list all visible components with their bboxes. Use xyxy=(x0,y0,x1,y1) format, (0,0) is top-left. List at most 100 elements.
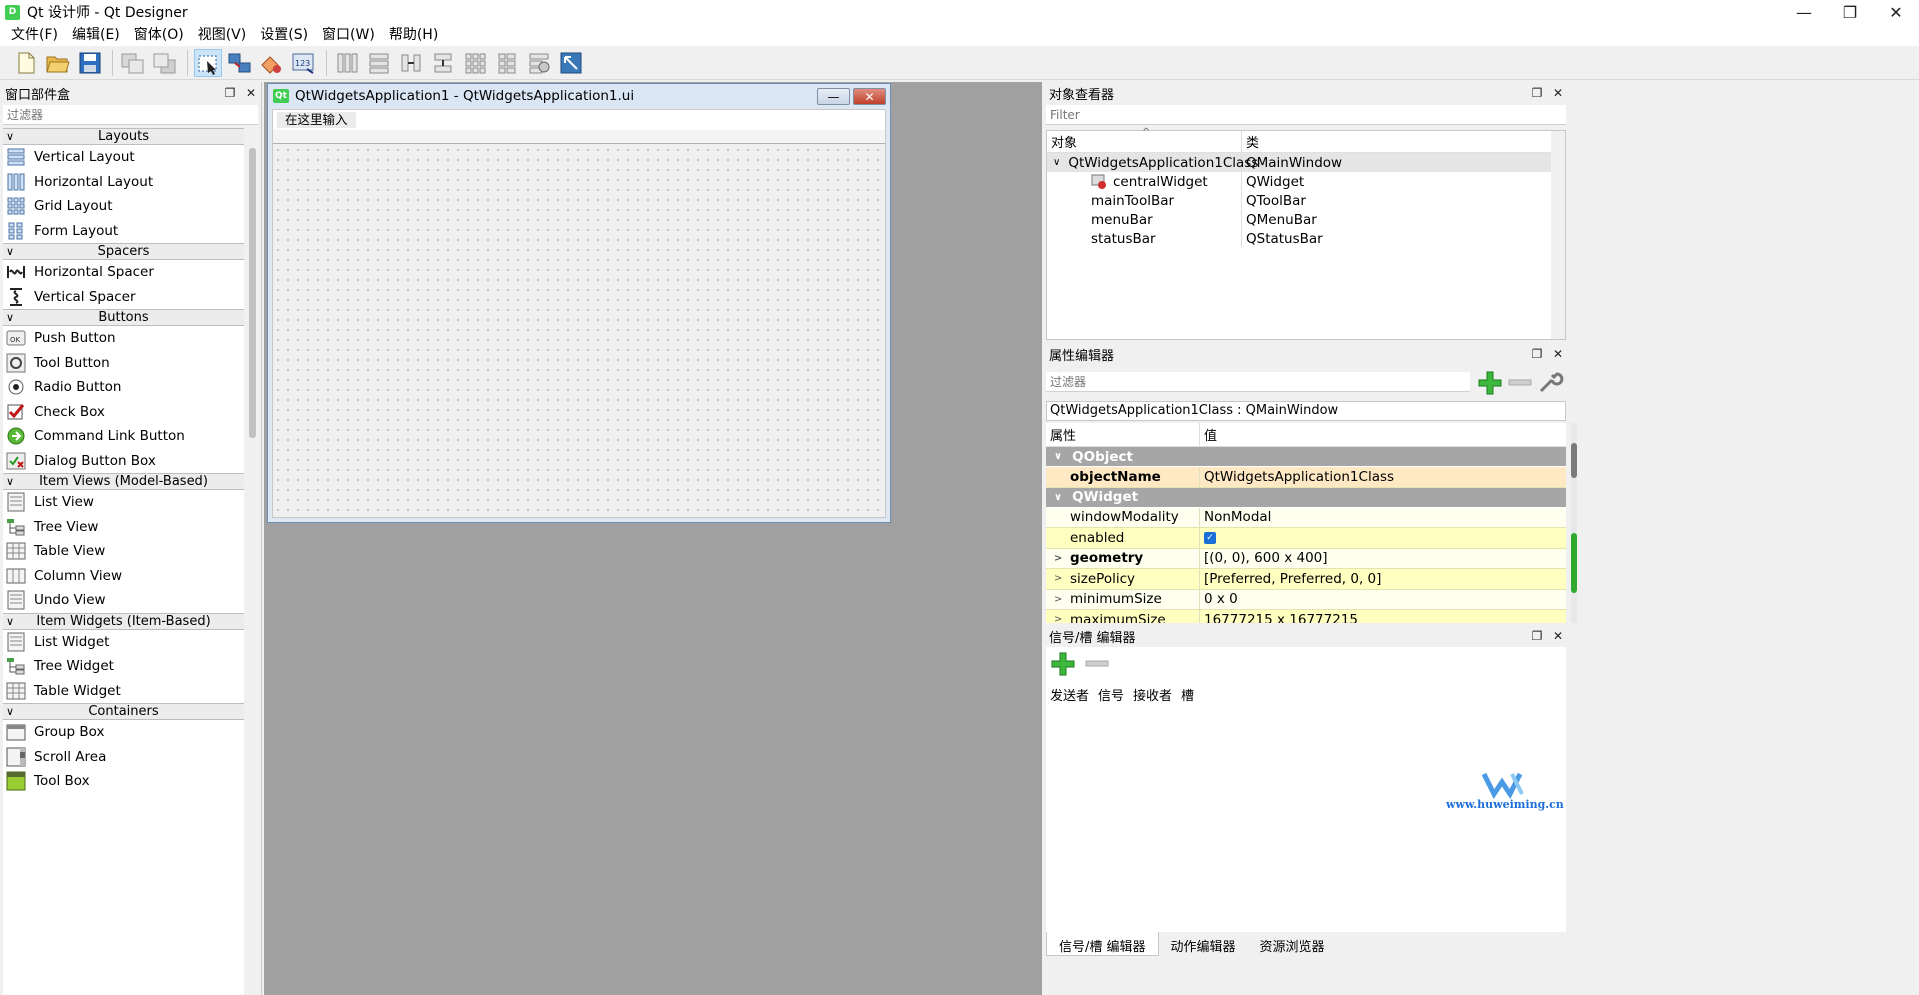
tree-row[interactable]: ∨ QtWidgetsApplication1Class QMainWindow xyxy=(1047,153,1565,172)
category-spacers[interactable]: ∨ Spacers xyxy=(3,243,244,260)
chevron-right-icon[interactable]: > xyxy=(1054,614,1062,623)
edit-tab-order-button[interactable]: 123 xyxy=(290,49,318,77)
property-table-scrollbar[interactable] xyxy=(1568,423,1580,623)
configure-wrench-icon[interactable] xyxy=(1536,369,1564,395)
widget-grid-layout[interactable]: Grid Layout xyxy=(3,194,244,219)
menu-view[interactable]: 视图(V) xyxy=(191,24,254,46)
float-button[interactable]: ❐ xyxy=(1531,347,1543,361)
tab-signal-slot-editor[interactable]: 信号/槽 编辑器 xyxy=(1046,932,1159,956)
layout-horizontal-splitter-button[interactable] xyxy=(397,49,425,77)
category-buttons[interactable]: ∨ Buttons xyxy=(3,309,244,326)
layout-form-button[interactable] xyxy=(493,49,521,77)
menu-help[interactable]: 帮助(H) xyxy=(382,24,445,46)
widget-tree-view[interactable]: Tree View xyxy=(3,515,244,540)
menu-edit[interactable]: 编辑(E) xyxy=(65,24,127,46)
menu-form[interactable]: 窗体(O) xyxy=(127,24,191,46)
float-button[interactable]: ❐ xyxy=(1531,629,1543,643)
widget-scroll-area[interactable]: Scroll Area xyxy=(3,745,244,770)
maximize-button[interactable]: ❐ xyxy=(1827,0,1873,24)
widget-check-box[interactable]: Check Box xyxy=(3,400,244,425)
property-value[interactable]: [Preferred, Preferred, 0, 0] xyxy=(1200,571,1381,587)
column-header-signal[interactable]: 信号 xyxy=(1098,685,1124,704)
category-layouts[interactable]: ∨ Layouts xyxy=(3,128,244,145)
remove-property-icon[interactable] xyxy=(1506,369,1534,395)
property-value[interactable]: [(0, 0), 600 x 400] xyxy=(1200,550,1328,566)
property-value[interactable]: 0 x 0 xyxy=(1200,591,1238,607)
layout-horizontally-button[interactable] xyxy=(333,49,361,77)
close-button[interactable]: ✕ xyxy=(1873,0,1919,24)
property-value-enabled[interactable]: ✓ xyxy=(1200,531,1216,544)
bring-to-front-button[interactable] xyxy=(151,49,179,77)
widget-filter-input[interactable] xyxy=(3,105,258,125)
tree-row[interactable]: menuBar QMenuBar xyxy=(1047,210,1565,229)
property-value[interactable]: QtWidgetsApplication1Class xyxy=(1200,469,1394,485)
layout-vertical-splitter-button[interactable] xyxy=(429,49,457,77)
remove-connection-icon[interactable] xyxy=(1084,651,1110,677)
menu-file[interactable]: 文件(F) xyxy=(4,24,65,46)
break-layout-button[interactable] xyxy=(525,49,553,77)
close-panel-button[interactable]: ✕ xyxy=(1552,86,1564,100)
property-filter-input[interactable] xyxy=(1046,372,1470,392)
property-row[interactable]: enabled ✓ xyxy=(1046,528,1566,549)
widget-column-view[interactable]: Column View xyxy=(3,564,244,589)
widget-tool-button[interactable]: Tool Button xyxy=(3,351,244,376)
close-panel-button[interactable]: ✕ xyxy=(1552,347,1564,361)
property-row[interactable]: objectName QtWidgetsApplication1Class xyxy=(1046,467,1566,488)
column-header-sender[interactable]: 发送者 xyxy=(1050,685,1089,704)
widget-box-scrollbar[interactable] xyxy=(249,148,256,438)
widget-horizontal-layout[interactable]: Horizontal Layout xyxy=(3,170,244,195)
close-panel-button[interactable]: ✕ xyxy=(1552,629,1564,643)
close-panel-button[interactable]: ✕ xyxy=(245,86,257,100)
column-header-receiver[interactable]: 接收者 xyxy=(1133,685,1172,704)
widget-push-button[interactable]: OK Push Button xyxy=(3,326,244,351)
property-row[interactable]: > maximumSize 16777215 x 16777215 xyxy=(1046,610,1566,623)
property-row[interactable]: > geometry [(0, 0), 600 x 400] xyxy=(1046,548,1566,569)
widget-tool-box[interactable]: Tool Box xyxy=(3,769,244,794)
adjust-size-button[interactable] xyxy=(557,49,585,77)
tree-row[interactable]: statusBar QStatusBar xyxy=(1047,229,1565,248)
widget-table-widget[interactable]: Table Widget xyxy=(3,679,244,704)
tree-row[interactable]: mainToolBar QToolBar xyxy=(1047,191,1565,210)
menu-settings[interactable]: 设置(S) xyxy=(253,24,315,46)
widget-vertical-spacer[interactable]: Vertical Spacer xyxy=(3,285,244,310)
property-group-qobject[interactable]: ∨ QObject xyxy=(1046,447,1566,467)
tab-action-editor[interactable]: 动作编辑器 xyxy=(1159,932,1248,956)
widget-horizontal-spacer[interactable]: Horizontal Spacer xyxy=(3,260,244,285)
tab-resource-browser[interactable]: 资源浏览器 xyxy=(1248,932,1337,956)
widget-form-layout[interactable]: Form Layout xyxy=(3,219,244,244)
save-button[interactable] xyxy=(76,49,104,77)
widget-table-view[interactable]: Table View xyxy=(3,539,244,564)
widget-vertical-layout[interactable]: Vertical Layout xyxy=(3,145,244,170)
category-containers[interactable]: ∨ Containers xyxy=(3,703,244,720)
column-header-class[interactable]: 类 xyxy=(1242,132,1259,151)
minimize-button[interactable]: — xyxy=(1781,0,1827,24)
send-to-back-button[interactable] xyxy=(119,49,147,77)
widget-radio-button[interactable]: Radio Button xyxy=(3,375,244,400)
chevron-right-icon[interactable]: > xyxy=(1054,594,1062,605)
form-window[interactable]: Qt QtWidgetsApplication1 - QtWidgetsAppl… xyxy=(267,83,891,523)
menu-window[interactable]: 窗口(W) xyxy=(315,24,382,46)
category-item-widgets[interactable]: ∨ Item Widgets (Item-Based) xyxy=(3,612,244,630)
type-here-menu-item[interactable]: 在这里输入 xyxy=(277,112,356,128)
property-value[interactable]: NonModal xyxy=(1200,509,1271,525)
layout-grid-button[interactable] xyxy=(461,49,489,77)
property-value[interactable]: 16777215 x 16777215 xyxy=(1200,612,1358,623)
property-group-qwidget[interactable]: ∨ QWidget xyxy=(1046,487,1566,508)
form-minimize-button[interactable]: — xyxy=(817,88,850,105)
float-button[interactable]: ❐ xyxy=(224,86,236,100)
property-row[interactable]: > minimumSize 0 x 0 xyxy=(1046,589,1566,610)
widget-list-view[interactable]: List View xyxy=(3,490,244,515)
property-row[interactable]: windowModality NonModal xyxy=(1046,507,1566,528)
object-tree-scrollbar[interactable] xyxy=(1551,131,1565,339)
column-header-slot[interactable]: 槽 xyxy=(1181,685,1194,704)
new-file-button[interactable] xyxy=(12,49,40,77)
open-file-button[interactable] xyxy=(44,49,72,77)
add-property-icon[interactable] xyxy=(1474,369,1504,395)
widget-list-widget[interactable]: List Widget xyxy=(3,630,244,655)
column-header-value[interactable]: 值 xyxy=(1200,425,1217,444)
edit-buddies-button[interactable] xyxy=(258,49,286,77)
widget-command-link-button[interactable]: Command Link Button xyxy=(3,424,244,449)
edit-signals-slots-button[interactable] xyxy=(226,49,254,77)
layout-vertically-button[interactable] xyxy=(365,49,393,77)
widget-undo-view[interactable]: Undo View xyxy=(3,588,244,613)
